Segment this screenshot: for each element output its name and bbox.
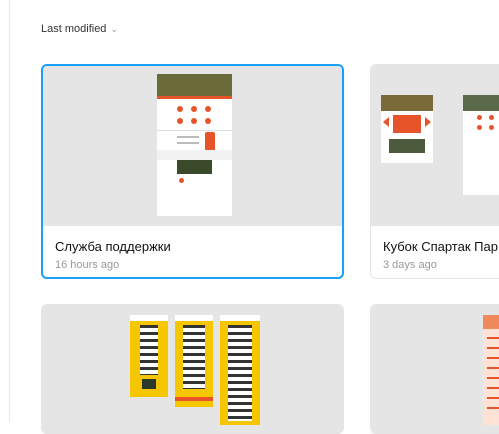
file-thumbnail bbox=[371, 65, 499, 226]
file-thumbnail bbox=[43, 66, 342, 226]
sidebar-edge bbox=[0, 0, 10, 422]
sort-label: Last modified bbox=[41, 23, 107, 35]
page-preview bbox=[483, 315, 499, 425]
file-card[interactable]: Служба поддержки 16 hours ago bbox=[41, 64, 344, 279]
file-timestamp: 3 days ago bbox=[383, 259, 437, 271]
page-preview bbox=[220, 315, 260, 425]
file-card[interactable] bbox=[370, 304, 499, 434]
file-thumbnail bbox=[42, 305, 343, 433]
file-thumbnail bbox=[371, 305, 499, 433]
page-preview bbox=[381, 95, 433, 163]
chevron-down-icon: ⌄ bbox=[110, 23, 118, 34]
file-title: Кубок Спартак Пар bbox=[383, 239, 498, 254]
page-preview bbox=[157, 74, 232, 216]
page-preview bbox=[130, 315, 168, 397]
file-title: Служба поддержки bbox=[55, 239, 171, 254]
sort-dropdown[interactable]: Last modified ⌄ bbox=[41, 23, 118, 35]
file-card[interactable] bbox=[41, 304, 344, 434]
file-timestamp: 16 hours ago bbox=[55, 259, 120, 271]
file-card[interactable]: Кубок Спартак Пар 3 days ago bbox=[370, 64, 499, 279]
page-preview bbox=[463, 95, 499, 195]
page-preview bbox=[175, 315, 213, 407]
